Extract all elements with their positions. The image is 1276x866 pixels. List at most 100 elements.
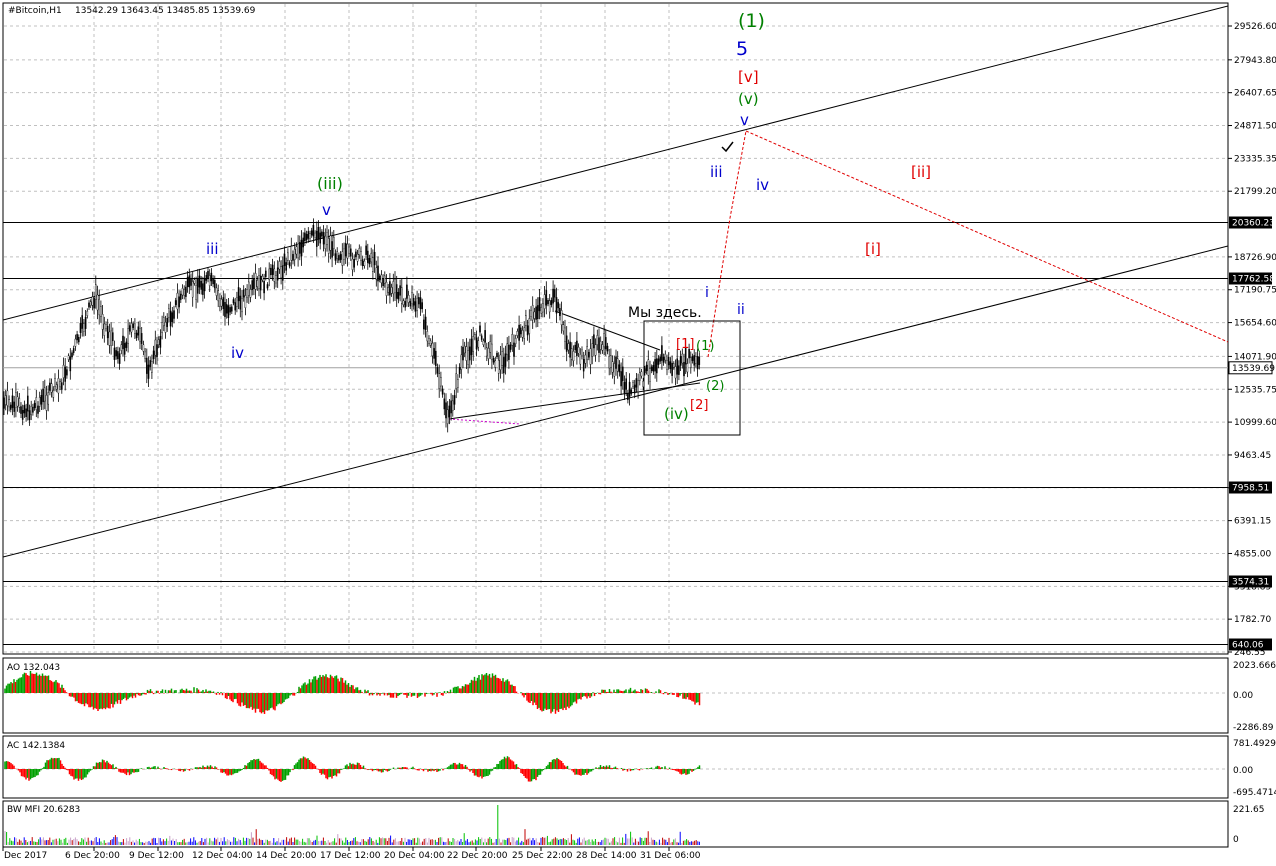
candle-bull — [460, 354, 463, 370]
candle-bear — [33, 402, 36, 409]
candle-bear — [166, 318, 169, 327]
candle-bull — [642, 380, 644, 387]
candle-bear — [622, 366, 624, 382]
wave-label-i-blue: i — [705, 285, 709, 301]
candle-bear — [368, 257, 371, 265]
candle-bear — [569, 341, 571, 358]
candle-bear — [620, 371, 622, 387]
candle-bull — [465, 346, 468, 361]
candle-bear — [469, 346, 471, 361]
candle-bull — [219, 297, 221, 307]
ohlc-values: 13542.29 13643.45 13485.85 13539.69 — [75, 6, 256, 16]
candle-bull — [57, 378, 60, 394]
candle-bear — [37, 405, 39, 414]
candle-bear — [618, 364, 621, 373]
candle-bull — [50, 383, 53, 393]
candle-bear — [650, 366, 653, 371]
candle-bull — [506, 343, 509, 355]
ao-panel[interactable] — [2, 657, 1229, 734]
candle-bull — [540, 307, 542, 314]
candle-bull — [584, 354, 587, 364]
candle-bear — [652, 365, 655, 372]
candle-bull — [327, 238, 330, 254]
candle-bull — [616, 358, 619, 372]
candle-bull — [463, 345, 466, 354]
wave-label-v-red: [v] — [738, 68, 759, 86]
wave-label-5-blue: 5 — [736, 38, 748, 60]
candle-bull — [333, 236, 335, 249]
candle-bear — [179, 293, 182, 300]
candle-bear — [137, 326, 140, 336]
ac-label: AC 142.1384 — [7, 741, 65, 751]
candle-bull — [280, 266, 282, 278]
candle-bull — [268, 268, 271, 280]
candle-bull — [293, 248, 296, 260]
candle-bull — [380, 274, 383, 284]
ao-tick-top: 2023.666 — [1233, 661, 1276, 671]
candle-bear — [185, 286, 187, 297]
candle-bull — [195, 285, 197, 300]
time-tick-label: 14 Dec 20:00 — [256, 851, 317, 861]
candle-bear — [338, 255, 340, 261]
candle-bear — [207, 270, 209, 279]
candle-bull — [690, 357, 692, 368]
candle-bear — [480, 335, 483, 340]
candle-bear — [635, 378, 638, 388]
candle-bear — [188, 275, 191, 288]
candle-bull — [523, 327, 525, 339]
price-tick-label: 9463.45 — [1234, 451, 1271, 461]
candle-bear — [574, 344, 576, 351]
candle-bull — [530, 309, 532, 318]
candle-bear — [321, 231, 323, 237]
candle-bear — [691, 356, 694, 361]
candle-bear — [538, 297, 541, 312]
candle-bear — [222, 297, 225, 310]
candle-bull — [370, 252, 373, 263]
candle-bear — [113, 347, 116, 360]
candle-bear — [450, 400, 452, 414]
candle-bear — [436, 367, 439, 374]
candle-bear — [367, 250, 369, 263]
candle-bull — [640, 371, 643, 377]
wave-label-iii-blue: iii — [206, 240, 219, 258]
candle-bear — [66, 369, 68, 376]
candle-bull — [594, 344, 597, 356]
time-axis: Dec 2017 6 Dec 20:00 9 Dec 12:00 12 Dec 04:… — [2, 847, 701, 861]
candle-bull — [440, 376, 442, 387]
time-tick-label: 20 Dec 04:00 — [384, 851, 445, 861]
candle-bull — [98, 298, 100, 316]
candle-bear — [237, 287, 240, 302]
candle-bull — [249, 289, 252, 298]
time-tick-label: 9 Dec 12:00 — [129, 851, 184, 861]
wave-label-ii-blue: ii — [737, 302, 745, 318]
candle-bear — [423, 319, 425, 330]
candle-bull — [4, 395, 7, 405]
ac-tick-bottom: -695.4714 — [1233, 788, 1276, 798]
candle-bear — [503, 357, 505, 374]
candle-bear — [310, 230, 313, 236]
wave-label-v-green: (v) — [738, 90, 759, 108]
candle-bear — [693, 355, 695, 366]
main-price-panel[interactable] — [2, 2, 1229, 655]
candle-bear — [656, 358, 658, 374]
candle-bull — [392, 281, 395, 295]
candle-bear — [633, 384, 636, 394]
candle-bear — [125, 341, 128, 348]
we-are-here-note: Мы здесь. — [628, 305, 702, 321]
candle-bull — [452, 400, 454, 411]
candle-bull — [336, 251, 339, 259]
wave-label-v-blue: v — [322, 201, 331, 219]
candle-bear — [21, 410, 24, 420]
ao-tick-zero: 0.00 — [1233, 691, 1253, 701]
wave-label-iv-green: (iv) — [664, 405, 689, 423]
candle-bear — [147, 364, 150, 379]
price-axis: 29526.60 27943.80 26407.65 24871.50 23335.35… — [1228, 22, 1276, 658]
candle-bear — [292, 254, 294, 261]
candle-bull — [548, 300, 551, 313]
candle-bull — [571, 348, 573, 360]
candle-bull — [351, 258, 354, 270]
mfi-panel[interactable] — [2, 800, 1229, 848]
candle-bull — [613, 363, 616, 377]
candle-bear — [424, 316, 427, 330]
candle-bull — [387, 286, 390, 293]
